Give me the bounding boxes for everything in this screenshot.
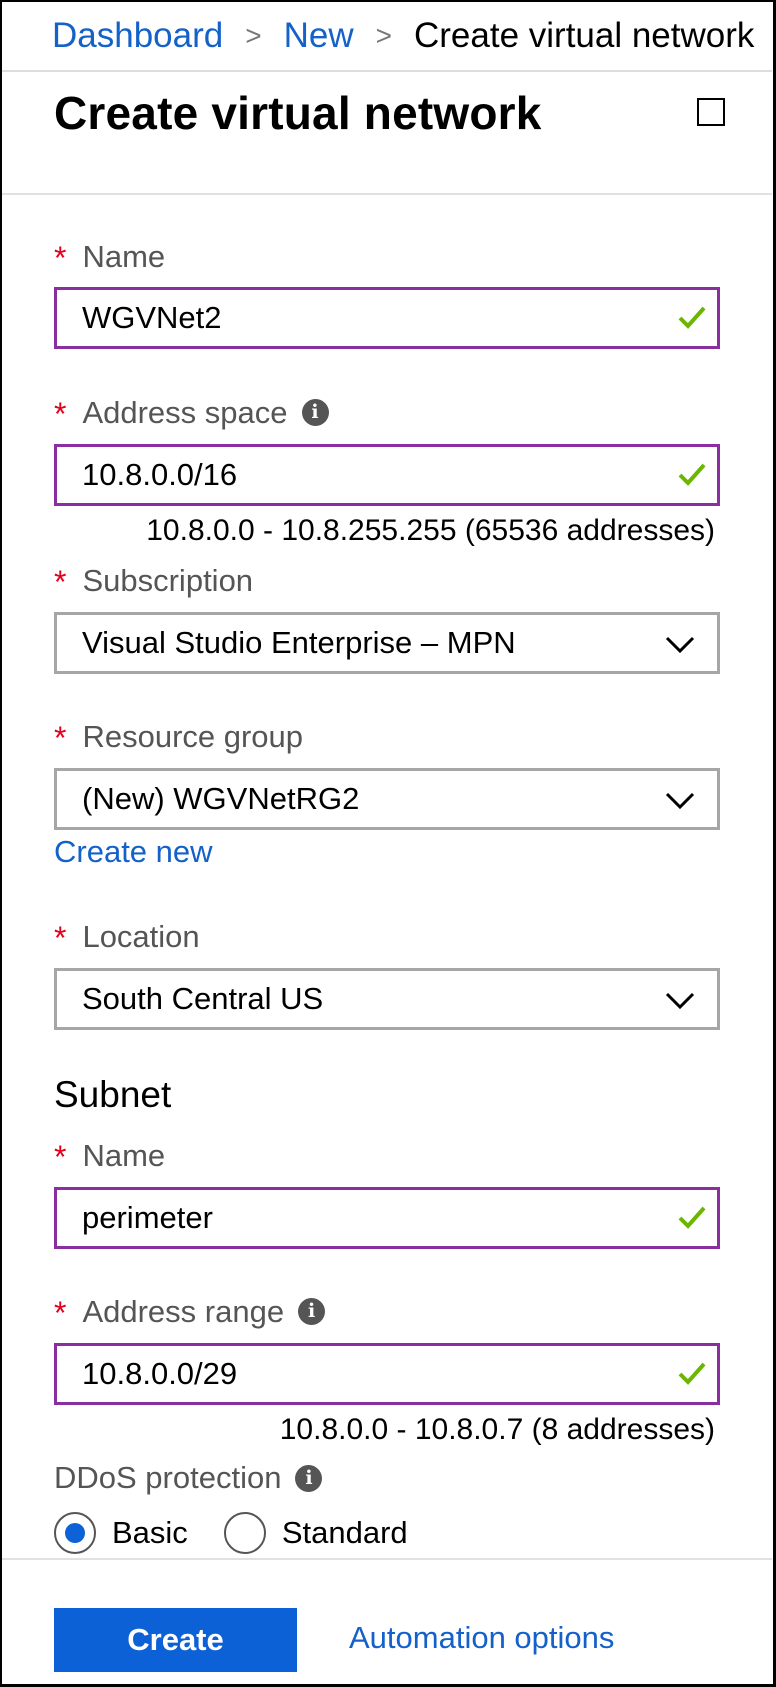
address-space-hint: 10.8.0.0 - 10.8.255.255 (65536 addresses… [146,514,715,547]
address-space-input[interactable]: 10.8.0.0/16 [54,444,720,506]
header-divider [2,193,772,195]
ddos-standard-radio[interactable] [223,1512,266,1554]
address-range-input[interactable]: 10.8.0.0/29 [54,1343,720,1405]
address-range-input-value: 10.8.0.0/29 [82,1356,238,1391]
name-label-text: Name [82,238,166,274]
location-select[interactable]: South Central US [54,968,720,1030]
maximize-icon[interactable] [697,98,725,126]
name-input-value: WGVNet2 [82,300,222,335]
location-select-value: South Central US [82,981,324,1016]
ddos-label-text: DDoS protection [54,1460,282,1495]
ddos-standard-label[interactable]: Standard [282,1515,408,1551]
subnet-heading: Subnet [54,1074,172,1115]
automation-options-link[interactable]: Automation options [349,1620,614,1656]
address-range-label: * Address range i [54,1293,326,1331]
info-icon[interactable]: i [298,1298,326,1325]
breadcrumb-dashboard[interactable]: Dashboard [52,16,223,56]
info-icon[interactable]: i [301,399,329,426]
address-range-hint: 10.8.0.0 - 10.8.0.7 (8 addresses) [279,1413,715,1446]
footer-divider [2,1558,772,1560]
ddos-label: DDoS protection i [54,1460,323,1496]
subnet-name-input[interactable]: perimeter [54,1187,720,1249]
ddos-basic-radio[interactable] [54,1512,96,1554]
resource-group-label: * Resource group [54,718,304,757]
address-space-label-text: Address space [82,394,288,430]
chevron-down-icon [665,792,695,810]
breadcrumb: Dashboard > New > Create virtual network [2,2,772,72]
breadcrumb-new[interactable]: New [284,16,354,56]
info-icon[interactable]: i [295,1464,323,1492]
ddos-basic-label[interactable]: Basic [112,1515,188,1551]
required-icon: * [54,564,67,600]
required-icon: * [54,1139,67,1175]
resource-group-label-text: Resource group [82,718,304,754]
location-label-text: Location [82,918,200,954]
subscription-label-text: Subscription [82,562,254,598]
create-new-link[interactable]: Create new [54,834,213,870]
create-button[interactable]: Create [54,1608,297,1672]
subscription-label: * Subscription [54,562,254,601]
required-icon: * [54,920,67,956]
name-input[interactable]: WGVNet2 [54,287,720,349]
subnet-name-input-value: perimeter [82,1200,213,1235]
resource-group-select-value: (New) WGVNetRG2 [82,781,360,816]
subnet-name-label: * Name [54,1137,166,1176]
checkmark-icon [678,306,706,329]
subscription-select-value: Visual Studio Enterprise – MPN [82,625,516,660]
chevron-down-icon [665,992,695,1010]
subnet-name-label-text: Name [82,1137,166,1173]
required-icon: * [54,1295,67,1331]
chevron-right-icon: > [245,20,262,51]
required-icon: * [54,720,67,756]
address-space-label: * Address space i [54,394,329,432]
resource-group-select[interactable]: (New) WGVNetRG2 [54,768,720,830]
page-title: Create virtual network [54,87,542,139]
name-label: * Name [54,238,166,277]
breadcrumb-current: Create virtual network [413,16,755,55]
address-space-input-value: 10.8.0.0/16 [82,457,238,492]
radio-selected-dot [65,1523,85,1543]
checkmark-icon [678,1362,706,1385]
checkmark-icon [678,463,706,486]
subscription-select[interactable]: Visual Studio Enterprise – MPN [54,612,720,674]
location-label: * Location [54,918,200,957]
chevron-right-icon: > [375,20,392,51]
required-icon: * [54,240,67,276]
required-icon: * [54,396,67,432]
checkmark-icon [678,1206,706,1229]
chevron-down-icon [665,636,695,654]
blade-panel: Dashboard > New > Create virtual network… [0,0,776,1687]
ddos-radio-group: Basic Standard [54,1512,444,1554]
address-range-label-text: Address range [82,1293,285,1329]
